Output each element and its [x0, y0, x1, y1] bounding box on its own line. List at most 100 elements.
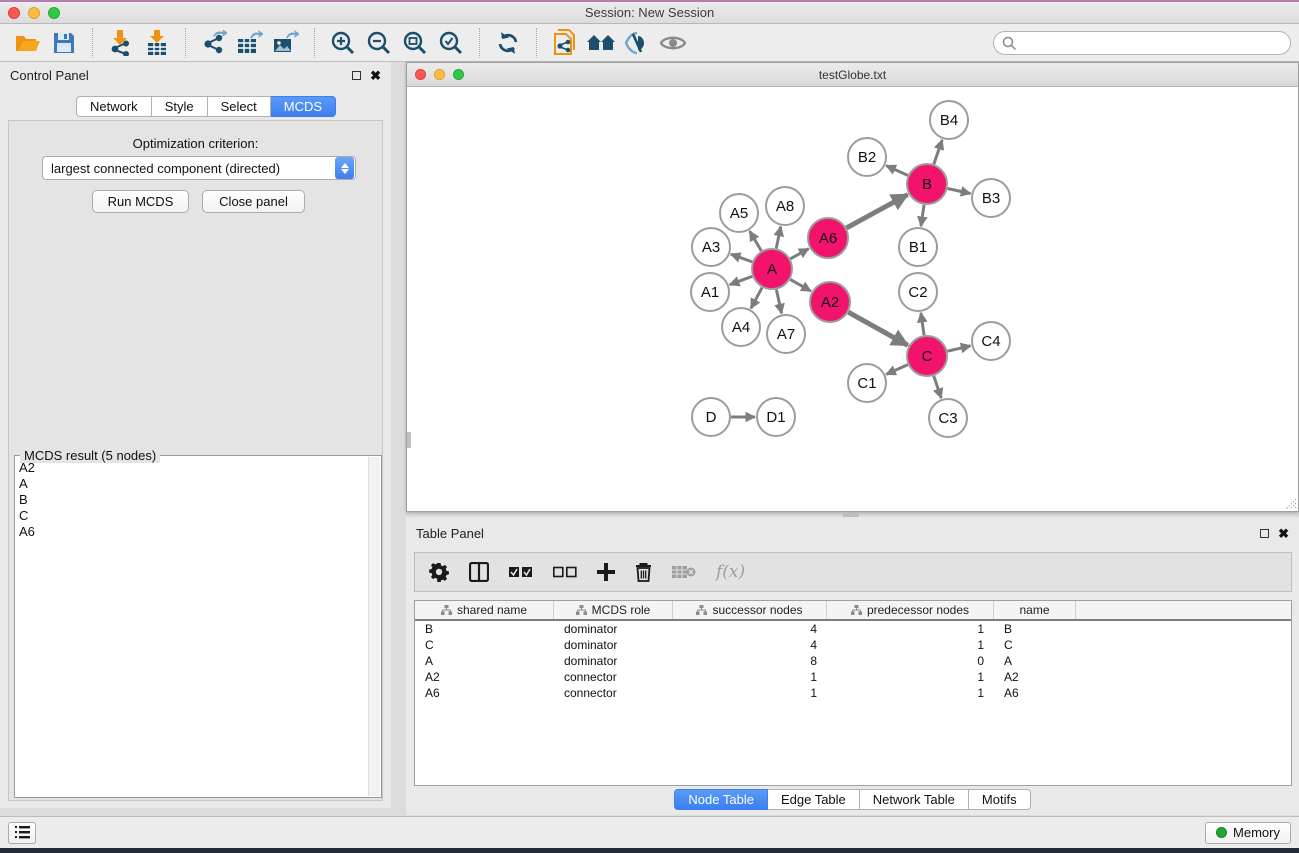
save-icon[interactable]	[46, 28, 82, 58]
search-input[interactable]	[993, 31, 1291, 55]
node-A7[interactable]: A7	[767, 315, 805, 353]
close-panel-icon[interactable]: ✖	[370, 71, 381, 80]
tab-motifs[interactable]: Motifs	[969, 789, 1031, 810]
column-header-name[interactable]: name	[994, 601, 1076, 619]
column-header-predecessor-nodes[interactable]: predecessor nodes	[827, 601, 994, 619]
cell-predecessor-nodes[interactable]: 1	[827, 622, 994, 636]
node-C2[interactable]: C2	[899, 273, 937, 311]
column-header-MCDS-role[interactable]: MCDS role	[554, 601, 673, 619]
cell-name[interactable]: A6	[994, 686, 1076, 700]
column-header-shared-name[interactable]: shared name	[415, 601, 554, 619]
node-A8[interactable]: A8	[766, 187, 804, 225]
delete-rows-trash-icon[interactable]	[635, 562, 652, 582]
tab-mcds[interactable]: MCDS	[271, 96, 336, 117]
resize-grip-icon[interactable]	[1284, 497, 1297, 510]
close-table-panel-icon[interactable]: ✖	[1278, 529, 1289, 538]
cell-shared-name[interactable]: B	[415, 622, 554, 636]
node-B4[interactable]: B4	[930, 101, 968, 139]
node-A6[interactable]: A6	[808, 218, 848, 258]
zoom-in-icon[interactable]	[325, 28, 361, 58]
column-header-successor-nodes[interactable]: successor nodes	[673, 601, 827, 619]
cell-MCDS-role[interactable]: connector	[554, 670, 673, 684]
deselect-checkboxes-icon[interactable]	[553, 566, 577, 578]
node-A[interactable]: A	[752, 249, 792, 289]
refresh-icon[interactable]	[490, 28, 526, 58]
style-hide-icon[interactable]	[619, 28, 655, 58]
node-B3[interactable]: B3	[972, 179, 1010, 217]
cell-shared-name[interactable]: A6	[415, 686, 554, 700]
export-table-icon[interactable]	[232, 28, 268, 58]
edge-A-A7[interactable]	[776, 290, 781, 314]
cell-name[interactable]: A	[994, 654, 1076, 668]
select-all-checkboxes-icon[interactable]	[509, 566, 533, 578]
tab-style[interactable]: Style	[152, 96, 208, 117]
table-row[interactable]: A2connector11A2	[415, 669, 1291, 685]
tab-network-table[interactable]: Network Table	[860, 789, 969, 810]
cell-predecessor-nodes[interactable]: 0	[827, 654, 994, 668]
mcds-result-item[interactable]: A6	[19, 524, 367, 540]
cell-MCDS-role[interactable]: dominator	[554, 622, 673, 636]
tab-edge-table[interactable]: Edge Table	[768, 789, 860, 810]
edge-B-B4[interactable]	[934, 140, 942, 164]
edge-A-A5[interactable]	[750, 231, 762, 251]
column-view-icon[interactable]	[469, 562, 489, 582]
node-D[interactable]: D	[692, 398, 730, 436]
cell-predecessor-nodes[interactable]: 1	[827, 670, 994, 684]
run-mcds-button[interactable]: Run MCDS	[92, 190, 189, 213]
node-B2[interactable]: B2	[848, 138, 886, 176]
mcds-result-item[interactable]: B	[19, 492, 367, 508]
float-table-panel-icon[interactable]	[1260, 529, 1269, 538]
home-icon[interactable]	[583, 28, 619, 58]
tab-network[interactable]: Network	[76, 96, 152, 117]
node-B[interactable]: B	[907, 164, 947, 204]
edge-A-A1[interactable]	[730, 276, 753, 284]
cell-predecessor-nodes[interactable]: 1	[827, 638, 994, 652]
edge-A2-C[interactable]	[848, 312, 907, 345]
table-row[interactable]: Cdominator41C	[415, 637, 1291, 653]
edge-A-A4[interactable]	[751, 288, 762, 309]
node-A3[interactable]: A3	[692, 228, 730, 266]
cell-successor-nodes[interactable]: 8	[673, 654, 827, 668]
node-A4[interactable]: A4	[722, 308, 760, 346]
cell-shared-name[interactable]: A	[415, 654, 554, 668]
zoom-fit-icon[interactable]	[397, 28, 433, 58]
cell-successor-nodes[interactable]: 4	[673, 622, 827, 636]
import-network-icon[interactable]	[103, 28, 139, 58]
cell-MCDS-role[interactable]: dominator	[554, 654, 673, 668]
edge-C-C4[interactable]	[947, 346, 970, 351]
export-image-icon[interactable]	[268, 28, 304, 58]
add-column-icon[interactable]	[597, 563, 615, 581]
network-vertical-scrollbar[interactable]	[407, 432, 411, 448]
node-A1[interactable]: A1	[691, 273, 729, 311]
network-canvas[interactable]: AA1A2A3A4A5A6A7A8BB1B2B3B4CC1C2C3C4DD1	[407, 87, 1298, 511]
cell-MCDS-role[interactable]: connector	[554, 686, 673, 700]
zoom-selected-icon[interactable]	[433, 28, 469, 58]
node-table[interactable]: shared nameMCDS rolesuccessor nodesprede…	[414, 600, 1292, 786]
memory-button[interactable]: Memory	[1205, 822, 1291, 844]
cell-successor-nodes[interactable]: 1	[673, 686, 827, 700]
edge-B-B3[interactable]	[948, 188, 971, 193]
table-row[interactable]: Adominator80A	[415, 653, 1291, 669]
cell-predecessor-nodes[interactable]: 1	[827, 686, 994, 700]
task-history-list-icon[interactable]	[8, 822, 36, 844]
eye-icon[interactable]	[655, 28, 691, 58]
mcds-result-list[interactable]: A2ABCA6	[19, 460, 367, 795]
table-row[interactable]: Bdominator41B	[415, 621, 1291, 637]
edge-A6-B[interactable]	[846, 195, 907, 228]
cell-name[interactable]: C	[994, 638, 1076, 652]
edge-A-A3[interactable]	[731, 254, 752, 262]
edge-A-A8[interactable]	[776, 227, 781, 249]
table-row[interactable]: A6connector11A6	[415, 685, 1291, 701]
edge-A-A2[interactable]	[790, 279, 811, 291]
tab-select[interactable]: Select	[208, 96, 271, 117]
cell-successor-nodes[interactable]: 1	[673, 670, 827, 684]
new-network-document-icon[interactable]	[547, 28, 583, 58]
mcds-result-item[interactable]: A	[19, 476, 367, 492]
criterion-select[interactable]: largest connected component (directed)	[42, 156, 356, 180]
tab-node-table[interactable]: Node Table	[674, 789, 768, 810]
node-C3[interactable]: C3	[929, 399, 967, 437]
node-C1[interactable]: C1	[848, 364, 886, 402]
cell-shared-name[interactable]: A2	[415, 670, 554, 684]
cell-successor-nodes[interactable]: 4	[673, 638, 827, 652]
import-table-icon[interactable]	[139, 28, 175, 58]
